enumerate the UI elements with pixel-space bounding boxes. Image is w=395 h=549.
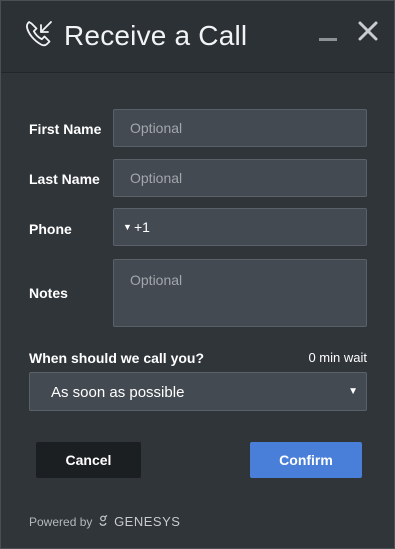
last-name-input[interactable] xyxy=(113,159,367,197)
incoming-call-icon xyxy=(25,21,52,47)
footer: Powered by GENESYS xyxy=(29,514,180,530)
first-name-input[interactable] xyxy=(113,109,367,147)
window-title: Receive a Call xyxy=(64,20,248,51)
minimize-icon[interactable] xyxy=(317,23,339,45)
last-name-label: Last Name xyxy=(29,171,100,187)
schedule-selected-value: As soon as possible xyxy=(51,384,185,401)
receive-call-window: Receive a Call First Name Last Name Phon… xyxy=(0,0,395,549)
phone-label: Phone xyxy=(29,221,72,237)
genesys-logo-icon xyxy=(99,515,108,526)
schedule-select[interactable]: As soon as possible ▼ xyxy=(29,372,367,411)
chevron-down-icon: ▼ xyxy=(348,386,358,397)
close-icon[interactable] xyxy=(356,19,380,43)
schedule-question: When should we call you? xyxy=(29,350,205,366)
brand-name: GENESYS xyxy=(114,514,181,529)
window-header: Receive a Call xyxy=(1,1,394,73)
first-name-label: First Name xyxy=(29,121,102,137)
phone-field: ▼ xyxy=(113,208,367,246)
confirm-button[interactable]: Confirm xyxy=(250,442,362,478)
powered-by-text: Powered by xyxy=(29,515,93,529)
phone-input[interactable] xyxy=(134,209,360,245)
country-dropdown-caret-icon[interactable]: ▼ xyxy=(123,222,132,232)
notes-textarea[interactable] xyxy=(113,259,367,327)
cancel-button[interactable]: Cancel xyxy=(36,442,141,478)
wait-time-label: 0 min wait xyxy=(308,350,367,365)
notes-label: Notes xyxy=(29,285,68,301)
